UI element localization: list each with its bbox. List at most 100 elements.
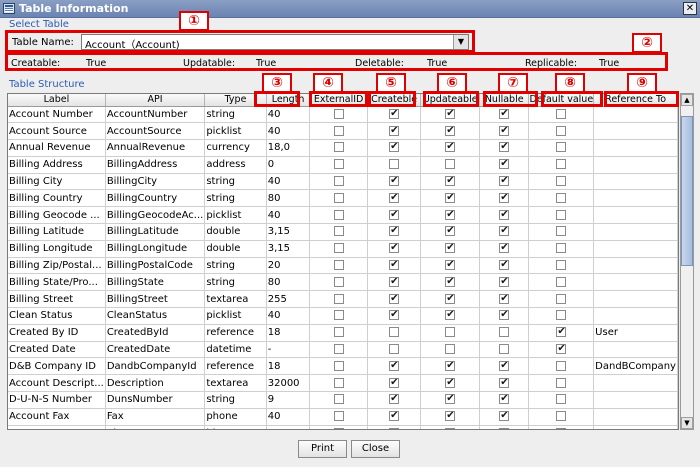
table-row[interactable]: Billing Street BillingStreet textarea 255	[8, 290, 678, 309]
nullable-checkbox[interactable]	[499, 377, 510, 389]
default-value-checkbox[interactable]	[556, 209, 567, 220]
table-row[interactable]: Billing Zip/Postal... BillingPostalCode st…	[8, 257, 678, 275]
externalid-checkbox[interactable]	[333, 428, 344, 429]
table-row[interactable]: Billing Latitude BillingLatitude double 3,1…	[8, 223, 678, 241]
externalid-checkbox[interactable]	[333, 108, 344, 119]
scroll-thumb[interactable]	[681, 116, 693, 266]
table-name-combobox[interactable]: Account（Account) ▼	[81, 34, 469, 51]
default-value-checkbox[interactable]	[556, 276, 567, 287]
default-value-checkbox[interactable]	[556, 343, 567, 355]
nullable-checkbox[interactable]	[499, 293, 510, 305]
default-value-checkbox[interactable]	[556, 192, 567, 203]
nullable-checkbox[interactable]	[499, 428, 510, 429]
table-row[interactable]: Account Number AccountNumber string 40	[8, 106, 678, 124]
default-value-checkbox[interactable]	[556, 243, 567, 254]
default-value-checkbox[interactable]	[556, 326, 567, 338]
nullable-checkbox[interactable]	[499, 360, 510, 372]
nullable-checkbox[interactable]	[499, 242, 510, 254]
createble-checkbox[interactable]	[389, 377, 400, 389]
table-row[interactable]: Billing City BillingCity string 40	[8, 173, 678, 191]
default-value-checkbox[interactable]	[556, 377, 567, 388]
default-value-checkbox[interactable]	[556, 108, 567, 119]
updateable-checkbox[interactable]	[445, 344, 456, 355]
nullable-checkbox[interactable]	[499, 344, 510, 355]
externalid-checkbox[interactable]	[333, 192, 344, 203]
table-row[interactable]: Created By IDCreatedByIdreference18 User	[8, 324, 678, 342]
externalid-checkbox[interactable]	[333, 243, 344, 254]
nullable-checkbox[interactable]	[499, 141, 510, 153]
nullable-checkbox[interactable]	[499, 158, 510, 170]
column-header-api[interactable]: API	[105, 94, 206, 107]
updateable-checkbox[interactable]	[445, 293, 456, 305]
table-row[interactable]: D&B Company IDDandbCompanyIdreference18 D…	[8, 357, 678, 376]
externalid-checkbox[interactable]	[333, 142, 344, 153]
updateable-checkbox[interactable]	[445, 242, 456, 254]
createble-checkbox[interactable]	[389, 259, 400, 271]
externalid-checkbox[interactable]	[333, 159, 344, 170]
table-row[interactable]: Billing Country BillingCountry string 80	[8, 189, 678, 208]
externalid-checkbox[interactable]	[333, 293, 344, 304]
createble-checkbox[interactable]	[389, 125, 400, 137]
createble-checkbox[interactable]	[389, 293, 400, 305]
updateable-checkbox[interactable]	[445, 309, 456, 321]
updateable-checkbox[interactable]	[445, 377, 456, 389]
externalid-checkbox[interactable]	[333, 411, 344, 422]
default-value-checkbox[interactable]	[556, 142, 567, 153]
default-value-checkbox[interactable]	[556, 260, 567, 271]
table-row[interactable]: Created Date CreatedDate datetime -	[8, 341, 678, 359]
createble-checkbox[interactable]	[389, 108, 400, 120]
chevron-down-icon[interactable]: ▼	[453, 35, 468, 49]
nullable-checkbox[interactable]	[499, 209, 510, 221]
print-button[interactable]: Print	[298, 440, 347, 458]
nullable-checkbox[interactable]	[499, 327, 510, 338]
nullable-checkbox[interactable]	[499, 125, 510, 137]
default-value-checkbox[interactable]	[556, 394, 567, 405]
createble-checkbox[interactable]	[389, 428, 400, 429]
table-row[interactable]: Billing Geocode ... BillingGeocodeAc... pi…	[8, 206, 678, 225]
default-value-checkbox[interactable]	[556, 360, 567, 371]
default-value-checkbox[interactable]	[556, 427, 567, 429]
table-row[interactable]: Account Fax Fax phone 40	[8, 408, 678, 426]
updateable-checkbox[interactable]	[445, 225, 456, 237]
default-value-checkbox[interactable]	[556, 293, 567, 304]
updateable-checkbox[interactable]	[445, 327, 456, 338]
externalid-checkbox[interactable]	[333, 226, 344, 237]
nullable-checkbox[interactable]	[499, 410, 510, 422]
table-row[interactable]: Clean Status CleanStatus picklist 40	[8, 307, 678, 325]
nullable-checkbox[interactable]	[499, 259, 510, 271]
createble-checkbox[interactable]	[389, 225, 400, 237]
createble-checkbox[interactable]	[389, 393, 400, 405]
createble-checkbox[interactable]	[389, 276, 400, 288]
externalid-checkbox[interactable]	[333, 125, 344, 136]
externalid-checkbox[interactable]	[333, 344, 344, 355]
nullable-checkbox[interactable]	[499, 309, 510, 321]
createble-checkbox[interactable]	[389, 327, 400, 338]
scroll-down-icon[interactable]: ▼	[681, 417, 693, 429]
updateable-checkbox[interactable]	[445, 108, 456, 120]
externalid-checkbox[interactable]	[333, 209, 344, 220]
table-row[interactable]: Account IDIdid18	[8, 425, 678, 429]
createble-checkbox[interactable]	[389, 344, 400, 355]
updateable-checkbox[interactable]	[445, 276, 456, 288]
scroll-up-icon[interactable]: ▲	[681, 94, 693, 106]
updateable-checkbox[interactable]	[445, 141, 456, 153]
nullable-checkbox[interactable]	[499, 192, 510, 204]
createble-checkbox[interactable]	[389, 309, 400, 321]
table-row[interactable]: Billing State/Pro... BillingState string 80	[8, 273, 678, 292]
createble-checkbox[interactable]	[389, 242, 400, 254]
table-structure-grid[interactable]: Label API Type Length ExternalID Createb…	[7, 93, 679, 430]
default-value-checkbox[interactable]	[556, 411, 567, 422]
updateable-checkbox[interactable]	[445, 192, 456, 204]
updateable-checkbox[interactable]	[445, 410, 456, 422]
default-value-checkbox[interactable]	[556, 226, 567, 237]
default-value-checkbox[interactable]	[556, 310, 567, 321]
table-row[interactable]: Account Descript... Description textarea 32…	[8, 374, 678, 393]
column-header-label[interactable]: Label	[8, 94, 106, 107]
createble-checkbox[interactable]	[389, 175, 400, 187]
default-value-checkbox[interactable]	[556, 125, 567, 136]
updateable-checkbox[interactable]	[445, 360, 456, 372]
externalid-checkbox[interactable]	[333, 310, 344, 321]
createble-checkbox[interactable]	[389, 141, 400, 153]
externalid-checkbox[interactable]	[333, 377, 344, 388]
updateable-checkbox[interactable]	[445, 125, 456, 137]
